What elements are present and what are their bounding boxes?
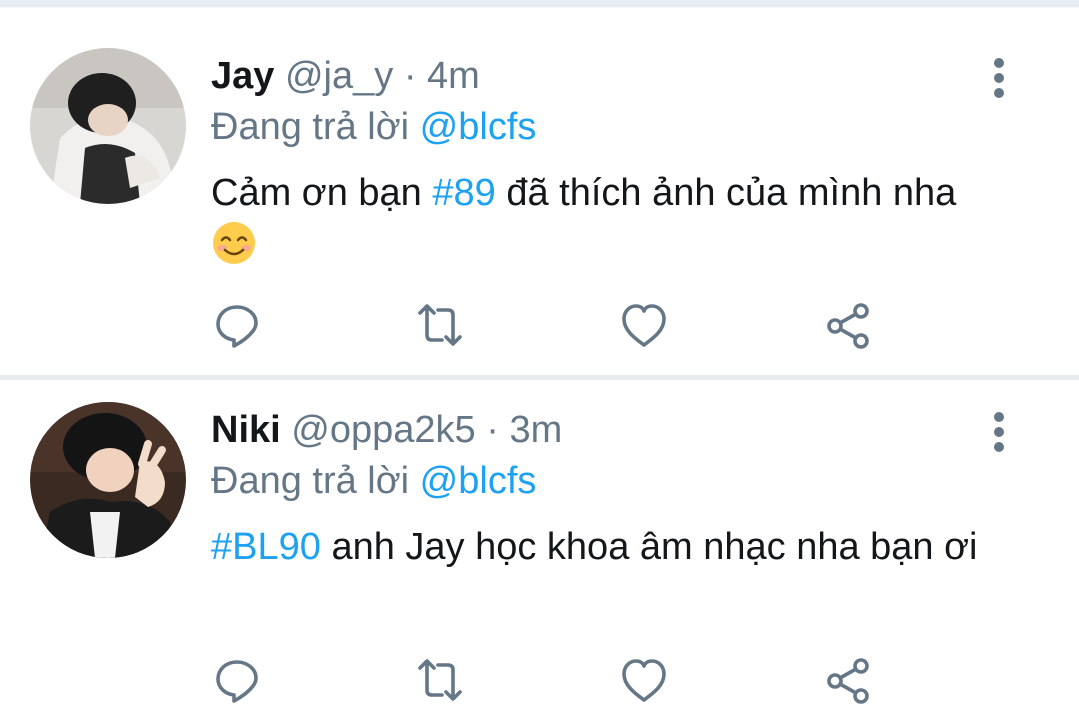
more-vertical-icon[interactable] <box>985 54 1013 102</box>
timestamp[interactable]: 3m <box>509 409 562 451</box>
reply-icon[interactable] <box>207 295 267 355</box>
display-name[interactable]: Jay <box>211 55 274 97</box>
avatar[interactable] <box>30 48 186 204</box>
tweet-actions <box>0 650 1079 710</box>
user-handle[interactable]: @ja_y <box>285 55 393 97</box>
separator-dot: · <box>403 55 417 97</box>
user-handle[interactable]: @oppa2k5 <box>291 409 475 451</box>
reply-prefix: Đang trả lời <box>211 460 420 502</box>
tweet-jay[interactable]: Jay @ja_y · 4m Đang trả lời @blcfs Cảm ơ… <box>0 0 1079 375</box>
tweet-header: Jay @ja_y · 4m <box>211 54 480 98</box>
retweet-icon[interactable] <box>410 295 470 355</box>
timestamp[interactable]: 4m <box>427 55 480 97</box>
tweet-header: Niki @oppa2k5 · 3m <box>211 408 562 452</box>
reply-icon[interactable] <box>207 650 267 710</box>
text-before: Cảm ơn bạn <box>211 172 433 214</box>
replying-to: Đang trả lời @blcfs <box>211 459 536 503</box>
avatar[interactable] <box>30 402 186 558</box>
text-after: đã thích ảnh của mình nha <box>495 172 957 214</box>
heart-icon[interactable] <box>614 650 674 710</box>
reply-prefix: Đang trả lời <box>211 106 420 148</box>
share-icon[interactable] <box>819 295 879 355</box>
separator-dot: · <box>486 409 499 451</box>
replying-to: Đang trả lời @blcfs <box>211 105 536 149</box>
smiling-face-emoji <box>211 220 257 281</box>
tweet-text: Cảm ơn bạn #89 đã thích ảnh của mình nha <box>211 166 1011 281</box>
tweet-niki[interactable]: Niki @oppa2k5 · 3m Đang trả lời @blcfs #… <box>0 380 1079 726</box>
reply-mention-link[interactable]: @blcfs <box>420 460 537 502</box>
heart-icon[interactable] <box>614 295 674 355</box>
reply-mention-link[interactable]: @blcfs <box>420 106 537 148</box>
hashtag-link[interactable]: #BL90 <box>211 526 321 568</box>
tweet-text: #BL90 anh Jay học khoa âm nhạc nha bạn ơ… <box>211 520 1011 574</box>
share-icon[interactable] <box>819 650 879 710</box>
more-vertical-icon[interactable] <box>985 408 1013 456</box>
display-name[interactable]: Niki <box>211 409 281 451</box>
hashtag-link[interactable]: #89 <box>432 172 495 214</box>
tweet-actions <box>0 295 1079 355</box>
retweet-icon[interactable] <box>410 650 470 710</box>
text-after: anh Jay học khoa âm nhạc nha bạn ơi <box>320 526 978 568</box>
